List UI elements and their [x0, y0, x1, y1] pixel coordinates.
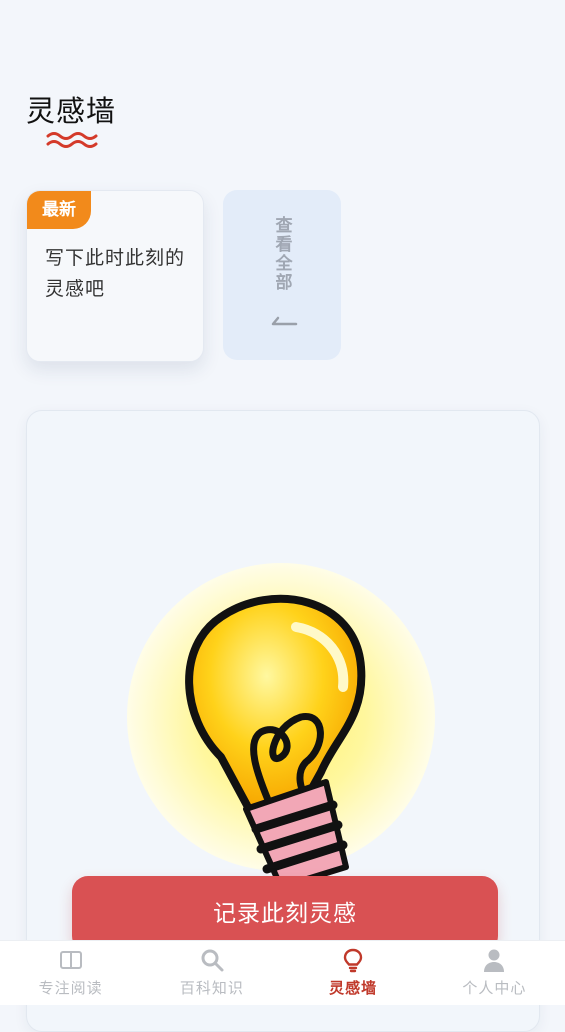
nav-label: 百科知识	[179, 979, 244, 997]
nav-label: 个人中心	[462, 979, 527, 997]
bottom-nav: 专注阅读 百科知识 灵感墙 个人中心	[0, 940, 565, 1005]
arrow-return-icon	[271, 316, 298, 326]
latest-inspiration-card[interactable]: 最新 写下此时此刻的灵感吧	[26, 190, 204, 362]
page-title: 灵感墙	[26, 94, 117, 128]
nav-label: 专注阅读	[38, 979, 103, 997]
latest-card-text: 写下此时此刻的灵感吧	[45, 247, 186, 300]
nav-item-focus-reading[interactable]: 专注阅读	[0, 941, 141, 1005]
nav-item-inspiration-wall[interactable]: 灵感墙	[283, 941, 424, 1005]
nav-label: 灵感墙	[329, 979, 378, 997]
view-all-label: 查看全部	[271, 216, 292, 292]
title-squiggle-decoration	[46, 132, 98, 148]
latest-badge: 最新	[27, 191, 91, 229]
book-icon	[59, 951, 82, 969]
lightbulb-icon	[343, 948, 363, 973]
nav-item-profile[interactable]: 个人中心	[424, 941, 565, 1005]
view-all-button[interactable]: 查看全部	[223, 190, 341, 360]
search-icon	[201, 949, 224, 972]
user-icon	[484, 949, 505, 972]
nav-item-encyclopedia[interactable]: 百科知识	[141, 941, 282, 1005]
lightbulb-illustration	[127, 563, 435, 887]
